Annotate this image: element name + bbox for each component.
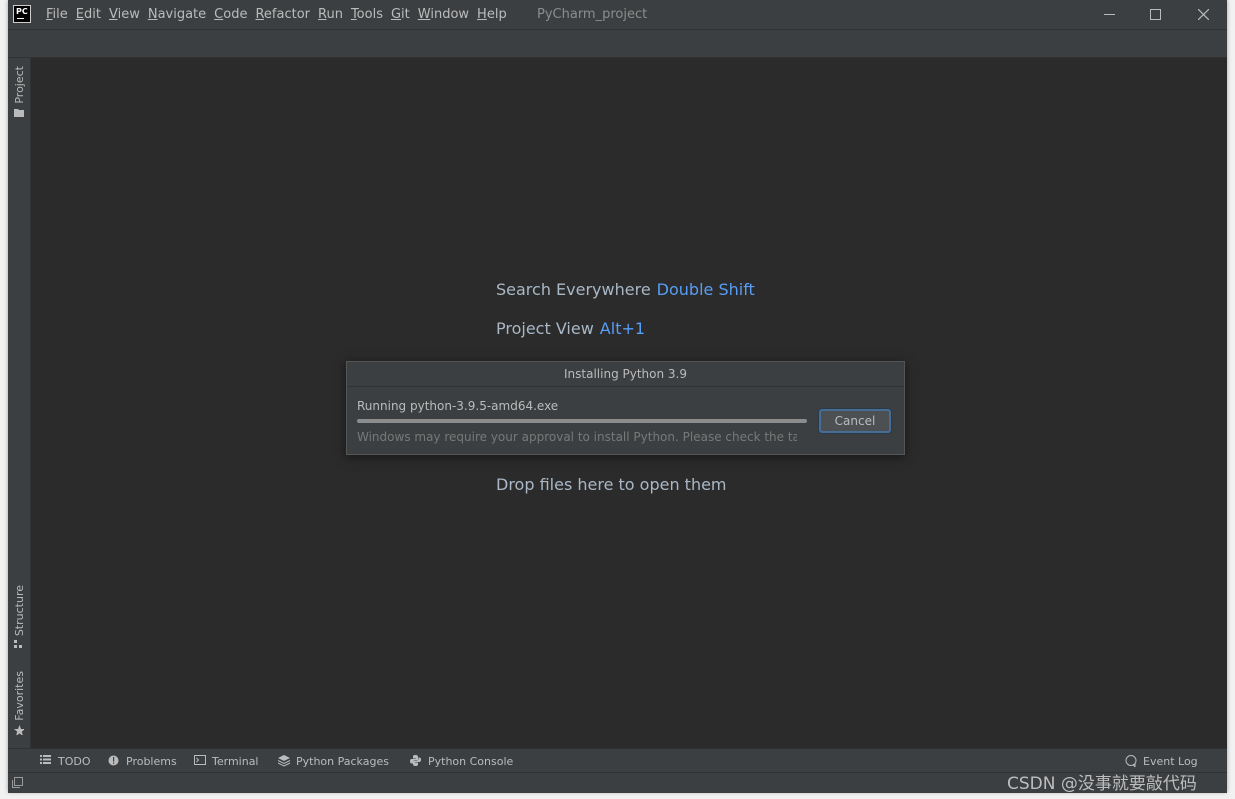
logo-text: PC [16, 7, 28, 16]
tab-project[interactable]: Project [8, 66, 30, 118]
toggle-tool-windows-icon[interactable] [12, 777, 23, 788]
tab-python-packages-label: Python Packages [296, 754, 389, 768]
navigation-toolbar [8, 30, 1227, 58]
menu-code[interactable]: Code [210, 7, 251, 22]
packages-icon [278, 755, 291, 767]
tab-structure-label: Structure [12, 585, 26, 637]
python-icon [410, 755, 421, 766]
menu-bar: File Edit View Navigate Code Refactor Ru… [42, 0, 511, 29]
close-icon [1197, 9, 1209, 20]
tab-todo[interactable]: TODO [40, 749, 91, 773]
menu-tools[interactable]: Tools [347, 7, 387, 22]
todo-list-icon [40, 755, 51, 764]
menu-window[interactable]: Window [414, 7, 473, 22]
tab-project-label: Project [12, 66, 26, 104]
install-progress-fill [357, 419, 807, 423]
install-progress-bar [357, 419, 807, 423]
structure-icon [14, 640, 22, 649]
installing-python-dialog: Installing Python 3.9 Running python-3.9… [346, 361, 905, 455]
tab-terminal[interactable]: Terminal [194, 749, 259, 773]
problems-icon [108, 755, 119, 766]
terminal-icon [194, 755, 206, 765]
tab-favorites-label: Favorites [12, 671, 26, 721]
tab-event-log-label: Event Log [1143, 754, 1198, 768]
drop-files-label: Drop files here to open them [496, 475, 727, 494]
search-everywhere-label: Search Everywhere [496, 280, 651, 299]
minimize-icon [1103, 14, 1115, 15]
menu-edit[interactable]: Edit [72, 7, 105, 22]
menu-view[interactable]: View [105, 7, 144, 22]
folder-icon [14, 108, 24, 117]
tab-favorites[interactable]: Favorites [8, 671, 30, 735]
watermark-text: CSDN @没事就要敲代码 [1007, 774, 1197, 794]
dialog-title: Installing Python 3.9 [347, 362, 904, 387]
event-log-icon [1125, 755, 1137, 767]
left-tool-strip: Project Structure Favorites [8, 58, 31, 748]
ide-window: PC File Edit View Navigate Code Refactor… [8, 0, 1227, 793]
close-window-button[interactable] [1180, 0, 1226, 29]
tab-python-console-label: Python Console [428, 754, 514, 768]
menu-file[interactable]: File [42, 7, 72, 22]
pycharm-logo-icon: PC [13, 5, 31, 23]
approval-message: Windows may require your approval to ins… [357, 430, 797, 444]
tab-terminal-label: Terminal [212, 754, 259, 768]
tab-python-packages[interactable]: Python Packages [278, 749, 389, 773]
tab-structure[interactable]: Structure [8, 585, 30, 650]
maximize-button[interactable] [1132, 0, 1178, 29]
project-view-label: Project View [496, 319, 594, 338]
minimize-button[interactable] [1086, 0, 1132, 29]
menu-git[interactable]: Git [387, 7, 414, 22]
tab-problems[interactable]: Problems [108, 749, 177, 773]
star-icon [14, 724, 24, 735]
menu-refactor[interactable]: Refactor [251, 7, 314, 22]
maximize-icon [1149, 9, 1161, 20]
search-everywhere-hint: Search Everywhere Double Shift [496, 280, 755, 299]
title-bar: PC File Edit View Navigate Code Refactor… [8, 0, 1227, 30]
menu-navigate[interactable]: Navigate [144, 7, 210, 22]
project-view-shortcut: Alt+1 [599, 319, 646, 338]
search-everywhere-shortcut: Double Shift [656, 280, 755, 299]
menu-run[interactable]: Run [314, 7, 347, 22]
menu-help[interactable]: Help [473, 7, 511, 22]
project-view-hint: Project View Alt+1 [496, 319, 645, 338]
tab-todo-label: TODO [58, 754, 91, 768]
tab-python-console[interactable]: Python Console [410, 749, 513, 773]
drop-files-hint: Drop files here to open them [496, 475, 727, 494]
cancel-button[interactable]: Cancel [819, 409, 891, 433]
running-status-text: Running python-3.9.5-amd64.exe [357, 399, 559, 413]
project-title: PyCharm_project [537, 7, 648, 22]
tab-problems-label: Problems [126, 754, 177, 768]
